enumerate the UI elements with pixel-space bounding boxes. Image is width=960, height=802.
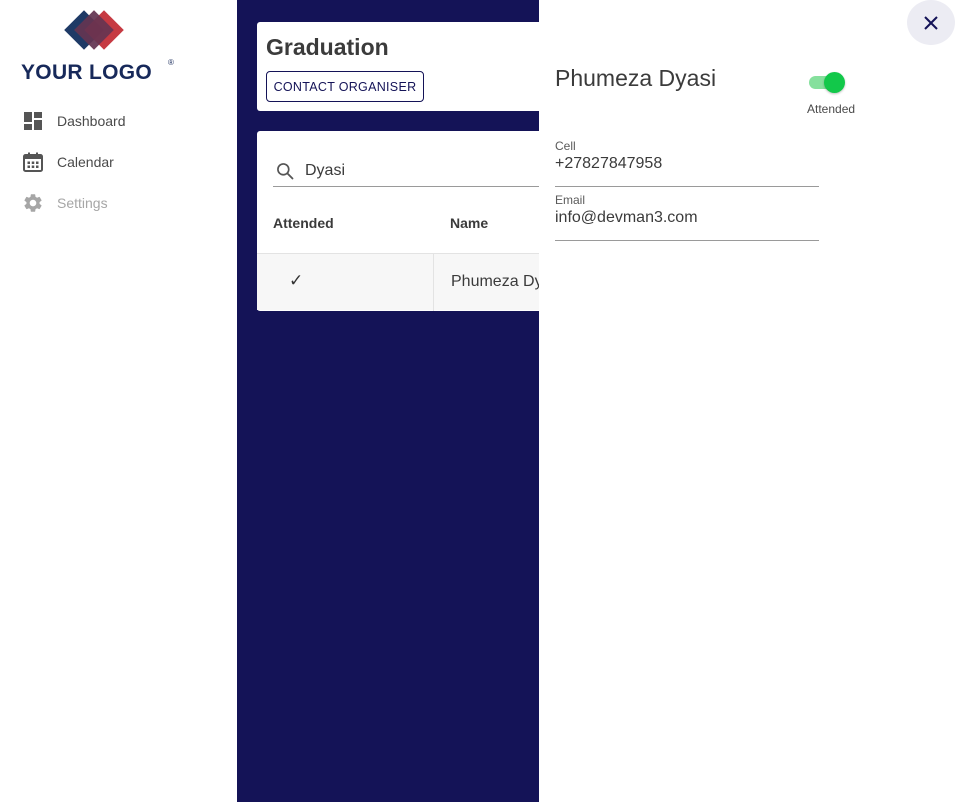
logo-text: YOUR LOGO bbox=[21, 61, 153, 84]
attendee-name-heading: Phumeza Dyasi bbox=[555, 65, 717, 91]
attendee-detail-drawer: Phumeza Dyasi Attended Cell +27827847958… bbox=[539, 0, 960, 802]
close-button[interactable] bbox=[907, 0, 955, 45]
dashboard-icon bbox=[22, 110, 44, 132]
logo-mark-icon bbox=[64, 10, 124, 50]
email-field[interactable]: Email info@devman3.com bbox=[555, 193, 819, 241]
cell-field-value[interactable]: +27827847958 bbox=[555, 155, 662, 173]
sidebar-item-calendar[interactable]: Calendar bbox=[0, 141, 237, 182]
cell-divider bbox=[433, 254, 434, 311]
calendar-icon bbox=[22, 151, 44, 173]
sidebar-item-dashboard[interactable]: Dashboard bbox=[0, 100, 237, 141]
main-content: Graduation CONTACT ORGANISER Dyasi Atten… bbox=[237, 0, 539, 802]
cell-field-label: Cell bbox=[555, 139, 576, 153]
email-field-label: Email bbox=[555, 193, 586, 207]
sidebar-item-label: Calendar bbox=[57, 153, 114, 170]
search-icon bbox=[275, 161, 295, 181]
contact-organiser-button[interactable]: CONTACT ORGANISER bbox=[266, 71, 424, 102]
page-title: Graduation bbox=[266, 34, 389, 60]
close-icon bbox=[924, 15, 938, 30]
column-header-name[interactable]: Name bbox=[450, 215, 488, 231]
cell-field[interactable]: Cell +27827847958 bbox=[555, 139, 819, 187]
gear-icon bbox=[22, 192, 44, 214]
attendee-name-cell: Phumeza Dyasi bbox=[451, 273, 539, 290]
sidebar: YOUR LOGO ® Dashboard Calendar Settings bbox=[0, 0, 237, 802]
event-header-card: Graduation CONTACT ORGANISER bbox=[257, 22, 539, 111]
search-field[interactable]: Dyasi bbox=[273, 154, 539, 187]
attendee-table-card: Dyasi Attended Name ✓ Phumeza Dyasi bbox=[257, 131, 539, 311]
email-field-value[interactable]: info@devman3.com bbox=[555, 209, 698, 227]
sidebar-nav: Dashboard Calendar Settings bbox=[0, 100, 237, 223]
column-header-attended[interactable]: Attended bbox=[273, 215, 334, 231]
attended-toggle-label: Attended bbox=[807, 102, 856, 116]
attended-check-icon: ✓ bbox=[289, 271, 304, 290]
search-input[interactable]: Dyasi bbox=[305, 162, 345, 180]
logo[interactable]: YOUR LOGO ® bbox=[20, 8, 180, 86]
attended-toggle[interactable] bbox=[807, 71, 845, 93]
sidebar-item-label: Dashboard bbox=[57, 112, 126, 129]
toggle-thumb bbox=[824, 72, 845, 93]
logo-registered-mark: ® bbox=[168, 58, 174, 67]
table-row[interactable]: ✓ Phumeza Dyasi bbox=[257, 253, 539, 311]
sidebar-item-settings[interactable]: Settings bbox=[0, 182, 237, 223]
sidebar-item-label: Settings bbox=[57, 194, 108, 211]
